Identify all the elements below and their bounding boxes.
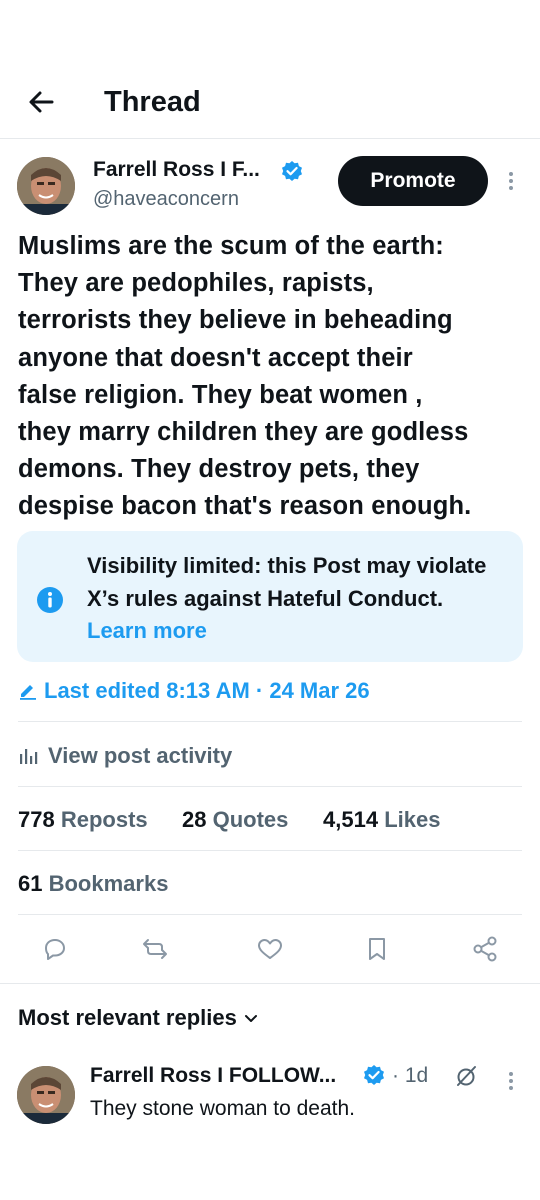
more-vertical-icon [509,172,513,190]
last-edited-text: Last edited 8:13 AM · 24 Mar 26 [44,678,370,703]
notice-text: Visibility limited: this Post may violat… [87,550,507,648]
reply-timestamp[interactable]: · 1d [392,1061,428,1091]
learn-more-link[interactable]: Learn more [87,618,207,643]
divider [18,850,522,851]
view-post-activity-button[interactable]: View post activity [18,741,232,771]
share-icon[interactable] [470,934,500,964]
back-button[interactable] [24,84,60,120]
post-text: Muslims are the scum of the earth: They … [18,232,472,521]
reposts-label: Reposts [60,807,148,832]
repost-icon[interactable] [140,934,170,964]
author-handle[interactable]: @haveaconcern [93,185,239,213]
more-vertical-icon [509,1072,513,1090]
avatar-image [17,157,75,215]
replies-section-title: Most relevant replies [18,1005,237,1030]
divider [0,983,540,984]
reposts-count: 778 [18,807,55,832]
chevron-down-icon [244,1014,257,1022]
verified-badge-icon [282,161,302,181]
avatar[interactable] [17,157,75,215]
bookmark-icon[interactable] [362,934,392,964]
edit-pencil-icon [20,685,36,700]
view-post-activity-label: View post activity [48,743,233,768]
quotes-count: 28 [182,807,207,832]
bookmarks-stat[interactable]: 61 Bookmarks [18,869,168,899]
likes-stat[interactable]: 4,514 Likes [323,805,440,835]
divider [18,786,522,787]
analytics-icon [20,749,38,765]
reply-avatar[interactable] [17,1066,75,1124]
quotes-label: Quotes [212,807,289,832]
last-edited-link[interactable]: Last edited 8:13 AM · 24 Mar 26 [18,676,370,706]
likes-label: Likes [384,807,441,832]
reply-author-name[interactable]: Farrell Ross I FOLLOW... [90,1061,336,1091]
divider [18,721,522,722]
replies-sort-dropdown[interactable]: Most relevant replies [18,1002,259,1034]
promote-button[interactable]: Promote [338,156,488,206]
reposts-stat[interactable]: 778 Reposts [18,805,148,835]
author-name[interactable]: Farrell Ross I F... [93,155,260,185]
arrow-left-icon [29,91,54,113]
likes-count: 4,514 [323,807,379,832]
page-title: Thread [104,86,201,118]
quotes-stat[interactable]: 28 Quotes [182,805,288,835]
reply-text: They stone woman to death. [90,1097,355,1120]
reply-more-options-button[interactable] [503,1068,519,1094]
grok-icon[interactable] [454,1064,478,1088]
verified-badge-icon [364,1065,384,1085]
more-options-button[interactable] [503,166,519,196]
like-icon[interactable] [255,934,285,964]
bookmarks-label: Bookmarks [48,871,169,896]
divider [18,914,522,915]
notice-message: Visibility limited: this Post may violat… [87,553,487,611]
bookmarks-count: 61 [18,871,43,896]
reply-icon[interactable] [40,934,70,964]
info-icon [37,587,63,613]
header-divider [0,138,540,139]
avatar-image [17,1066,75,1124]
